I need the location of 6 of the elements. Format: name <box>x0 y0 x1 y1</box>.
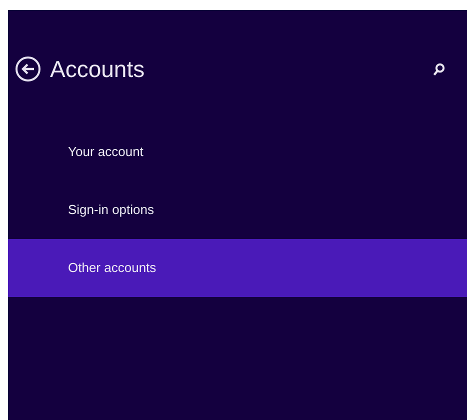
back-icon[interactable] <box>15 56 41 82</box>
search-icon[interactable] <box>433 62 445 76</box>
nav-item[interactable]: Other accounts <box>8 239 467 297</box>
nav-item[interactable]: Sign-in options <box>8 181 467 239</box>
nav-item[interactable]: Your account <box>8 123 467 181</box>
page-title: Accounts <box>50 56 146 82</box>
